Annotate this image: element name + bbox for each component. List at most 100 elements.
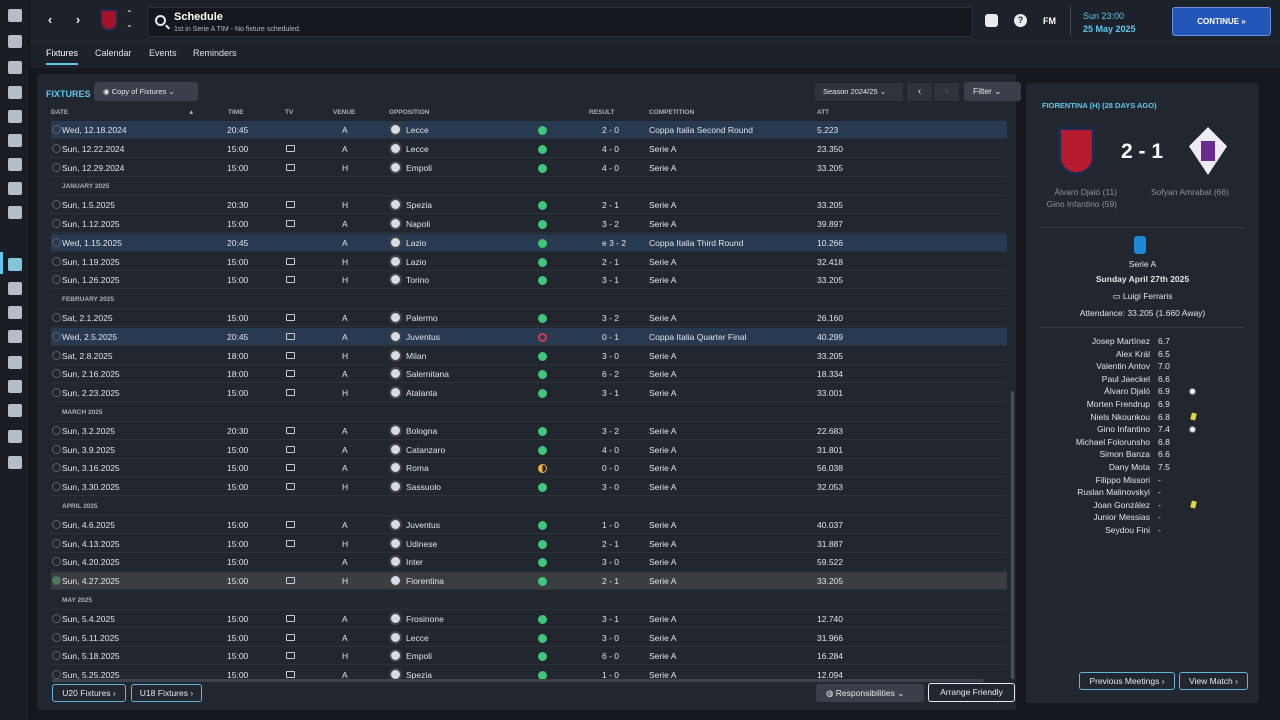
opponent-badge-icon[interactable] [389,217,402,230]
table-row[interactable]: Sun, 1.26.2025 15:00 H Torino 3 - 1 Serie A 33… [51,271,1007,290]
responsibilities-button[interactable]: ◍ Responsibilities ⌄ [816,684,924,702]
fixture-competition[interactable]: Serie A [649,257,676,267]
table-row[interactable]: Sun, 4.13.2025 15:00 H Udinese 2 - 1 Serie A 3… [51,535,1007,553]
club-info-icon[interactable] [8,356,22,369]
horizontal-scrollbar[interactable] [52,679,984,682]
fixture-result[interactable]: e 3 - 2 [602,238,626,248]
fixture-opponent[interactable]: Spezia [406,200,432,210]
fixture-competition[interactable]: Serie A [649,482,676,492]
fixture-opponent[interactable]: Lazio [406,257,426,267]
table-row[interactable]: Sun, 4.27.2025 15:00 H Fiorentina 2 - 1 Serie… [51,572,1007,590]
tab-fixtures[interactable]: Fixtures [46,48,79,65]
row-select-radio[interactable] [52,219,61,228]
table-row[interactable]: Sun, 1.5.2025 20:30 H Spezia 2 - 1 Serie A 33.… [51,196,1007,215]
opponent-badge-icon[interactable] [389,630,402,644]
fixture-competition[interactable]: Serie A [649,633,676,643]
fixture-result[interactable]: 3 - 0 [602,557,624,567]
player-row[interactable]: Simon Banza 6.6 [1026,449,1259,462]
fixture-competition[interactable]: Serie A [649,651,676,661]
fixture-opponent[interactable]: Empoli [406,163,432,173]
fixture-opponent[interactable]: Salernitana [406,369,449,379]
row-select-radio[interactable] [52,482,61,491]
fixture-competition[interactable]: Serie A [649,200,676,210]
next-page-button[interactable]: › [934,83,959,101]
opponent-badge-icon[interactable] [389,329,402,343]
fixture-result[interactable]: 1 - 0 [602,520,624,530]
player-row[interactable]: Michael Folorunsho 6.8 [1026,437,1259,450]
table-row[interactable]: Wed, 2.5.2025 20:45 A Juventus 0 - 1 Coppa It… [51,327,1007,346]
previous-meetings-button[interactable]: Previous Meetings › [1079,672,1175,690]
player-row[interactable]: Paul Jaeckel 6.6 [1026,374,1259,387]
view-match-button[interactable]: View Match › [1179,672,1248,690]
table-row[interactable]: Sun, 5.18.2025 15:00 H Empoli 6 - 0 Serie A 16… [51,647,1007,666]
player-row[interactable]: Alex Král 6.5 [1026,349,1259,362]
table-row[interactable]: Sun, 2.23.2025 15:00 H Atalanta 3 - 1 Serie A… [51,384,1007,402]
u18-fixtures-button[interactable]: U18 Fixtures › [131,684,202,702]
fixture-competition[interactable]: Serie A [649,445,676,455]
fixture-opponent[interactable]: Frosinone [406,614,444,624]
row-select-radio[interactable] [52,444,61,454]
opponent-badge-icon[interactable] [389,235,402,249]
arrange-friendly-button[interactable]: Arrange Friendly [928,683,1015,702]
row-select-radio[interactable] [52,576,61,585]
fixture-result[interactable]: 3 - 1 [602,614,624,624]
previous-page-button[interactable]: ‹ [907,83,932,101]
tab-calendar[interactable]: Calendar [95,48,132,58]
opponent-badge-icon[interactable] [389,273,402,287]
opponent-badge-icon[interactable] [389,649,402,663]
player-row[interactable]: Dany Mota 7.5 [1026,462,1259,475]
down-arrow-icon[interactable]: ⌄ [126,19,133,30]
tab-reminders[interactable]: Reminders [193,48,237,58]
skin-icon[interactable] [985,14,998,27]
fixture-opponent[interactable]: Sassuolo [406,482,441,492]
fixture-competition[interactable]: Serie A [649,369,676,379]
tactics-icon[interactable] [8,110,22,123]
fixture-result[interactable]: 4 - 0 [602,163,624,173]
fixture-opponent[interactable]: Milan [406,351,426,361]
club-switch-arrows[interactable]: ⌃ ⌄ [126,8,133,30]
fixture-result[interactable]: 4 - 0 [602,144,624,154]
player-row[interactable]: Junior Messias - [1026,512,1259,525]
table-row[interactable]: Sun, 5.11.2025 15:00 A Lecce 3 - 0 Serie A 31.… [51,629,1007,647]
squad-icon[interactable] [8,61,22,74]
player-row[interactable]: Seydou Fini - [1026,525,1259,538]
row-select-radio[interactable] [52,313,61,322]
competitions-icon[interactable] [8,282,22,295]
fixture-opponent[interactable]: Fiorentina [406,576,444,586]
medical-icon[interactable] [8,182,22,195]
fixture-opponent[interactable]: Napoli [406,219,430,229]
fixture-result[interactable]: 2 - 1 [602,257,624,267]
fixture-result[interactable]: 2 - 0 [602,125,624,135]
opponent-badge-icon[interactable] [389,160,402,174]
u20-fixtures-button[interactable]: U20 Fixtures › [52,684,126,702]
player-row[interactable]: Gino Infantino 7.4 [1026,424,1259,437]
fixture-result[interactable]: 2 - 1 [602,576,624,586]
table-row[interactable]: Sun, 3.9.2025 15:00 A Catanzaro 4 - 0 Serie A… [51,441,1007,459]
finances-icon[interactable] [8,380,22,393]
help-icon[interactable]: ? [1014,14,1027,27]
fixture-opponent[interactable]: Inter [406,557,423,567]
fixture-competition[interactable]: Serie A [649,614,676,624]
fixture-result[interactable]: 3 - 1 [602,275,624,285]
row-select-radio[interactable] [52,670,61,679]
dynamics-icon[interactable] [8,86,22,99]
table-row[interactable]: Sun, 3.30.2025 15:00 H Sassuolo 3 - 0 Serie A… [51,478,1007,496]
dev-centre-icon[interactable] [8,404,22,417]
opponent-badge-icon[interactable] [389,348,402,362]
opponent-badge-icon[interactable] [389,423,402,437]
fixture-opponent[interactable]: Juventus [406,520,440,530]
table-row[interactable]: Sun, 1.12.2025 15:00 A Napoli 3 - 2 Serie A 39… [51,215,1007,233]
fm-menu-button[interactable]: FM [1043,16,1056,26]
col-att[interactable]: ATT [817,109,829,116]
row-select-radio[interactable] [52,125,61,134]
row-select-radio[interactable] [52,256,61,266]
fixture-opponent[interactable]: Palermo [406,313,438,323]
fixture-result[interactable]: 3 - 2 [602,219,624,229]
vertical-scrollbar[interactable] [1011,391,1014,679]
tab-events[interactable]: Events [149,48,177,58]
up-arrow-icon[interactable]: ⌃ [126,8,133,19]
fixture-competition[interactable]: Serie A [649,576,676,586]
opponent-badge-icon[interactable] [389,141,402,155]
col-competition[interactable]: COMPETITION [649,109,694,116]
player-row[interactable]: Valentin Antov 7.0 [1026,361,1259,374]
